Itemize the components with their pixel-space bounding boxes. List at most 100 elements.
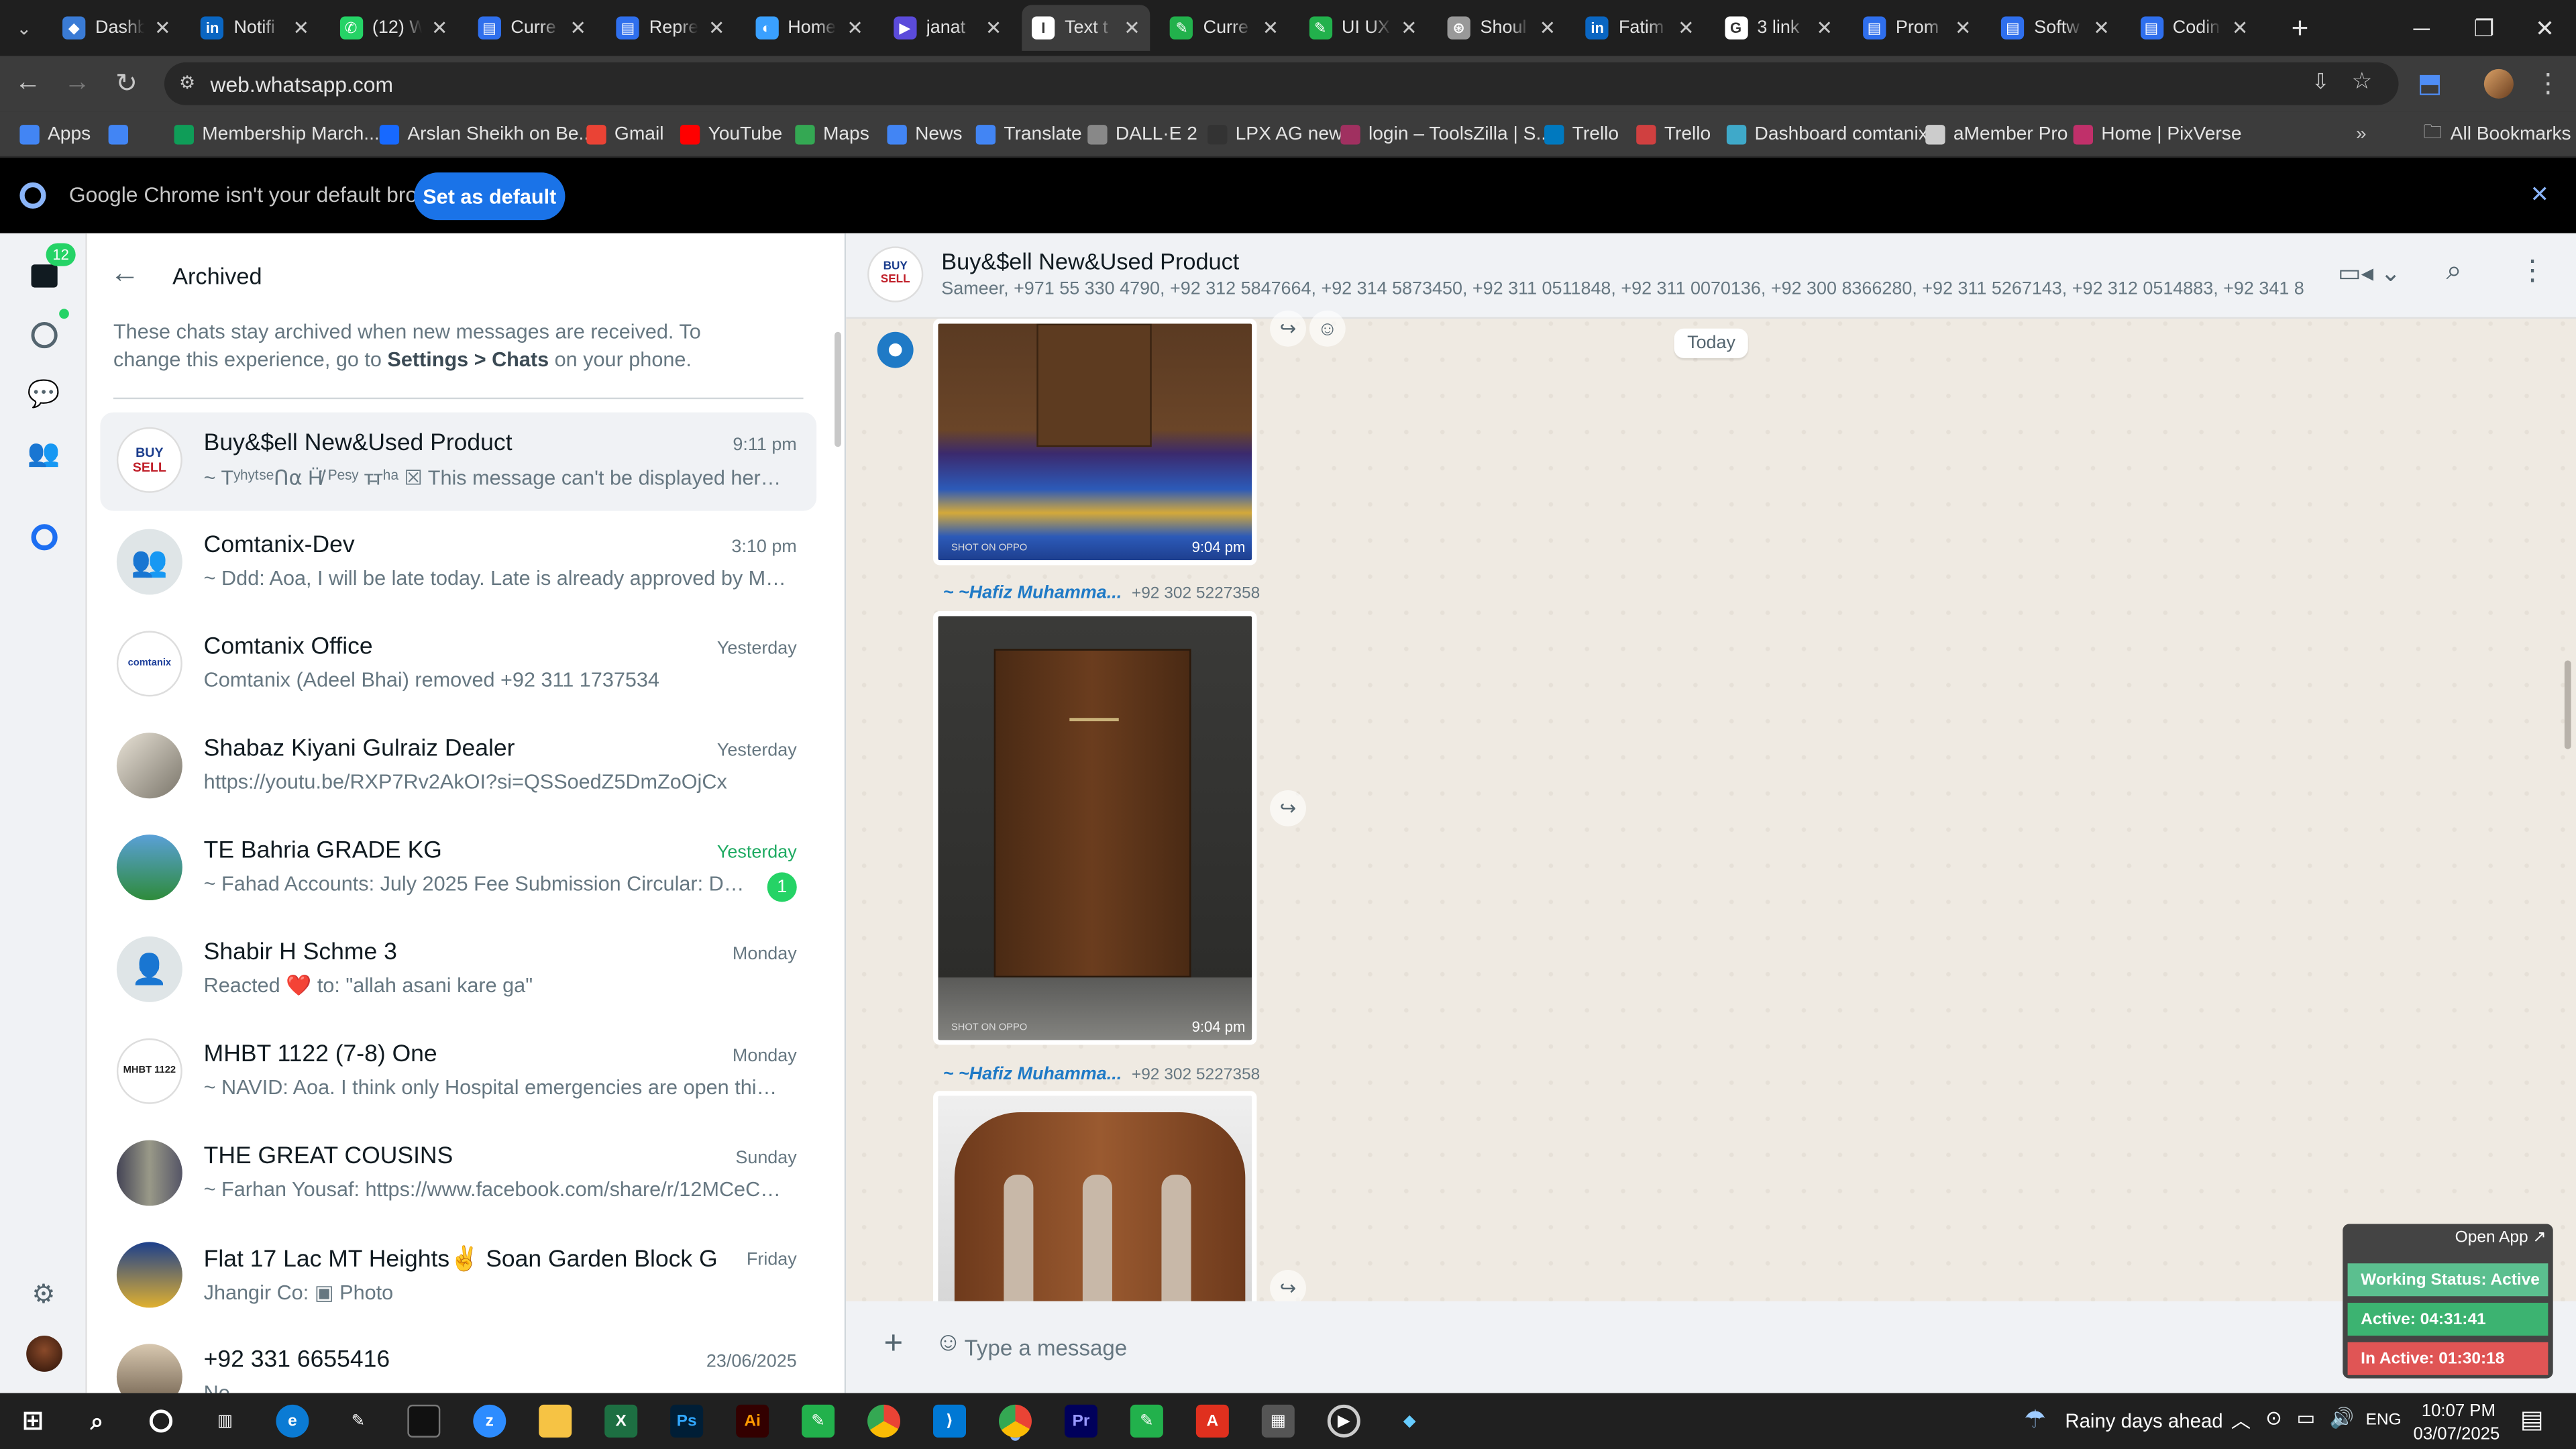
chat-scrollbar[interactable] xyxy=(2564,660,2571,749)
bookmark-item[interactable]: News xyxy=(887,120,963,150)
chrome-menu-icon[interactable]: ⋮ xyxy=(2527,62,2570,105)
message-sender[interactable]: ~ ~Hafiz Muhamma... +92 302 5227358 xyxy=(943,1065,1260,1084)
volume-icon[interactable]: 🔊 xyxy=(2330,1406,2355,1429)
browser-tab[interactable]: ⊛ Shoul ✕ xyxy=(1438,5,1566,51)
image-message[interactable]: SHOT ON OPPO 9:04 pm xyxy=(933,319,1257,566)
more-bookmarks-icon[interactable]: » xyxy=(2356,120,2367,150)
chats-icon[interactable]: 12 xyxy=(21,243,76,297)
chat-header[interactable]: BUY SELL Buy&$ell New&Used Product Sameer… xyxy=(846,233,2576,319)
bookmark-item[interactable]: Membership March... xyxy=(174,120,380,150)
illustrator-icon[interactable]: Ai xyxy=(736,1404,769,1438)
back-arrow-icon[interactable]: ← xyxy=(110,256,140,290)
pen-icon[interactable]: ✎ xyxy=(341,1405,374,1438)
close-infobar-icon[interactable]: ✕ xyxy=(2530,180,2549,209)
chat-list-item[interactable]: comtanix Comtanix Office Yesterday Comtanix… xyxy=(100,616,816,714)
close-tab-icon[interactable]: ✕ xyxy=(292,16,309,39)
browser-tab[interactable]: in Fatim ✕ xyxy=(1576,5,1704,51)
chat-list-item[interactable]: 👤 Shabir H Schme 3 Monday Reacted ❤️ to: "a… xyxy=(100,922,816,1020)
close-window-icon[interactable]: ✕ xyxy=(2514,0,2576,56)
minimize-icon[interactable]: ─ xyxy=(2390,0,2453,56)
bookmark-item[interactable]: Translate xyxy=(975,120,1082,150)
weather-text[interactable]: Rainy days ahead xyxy=(2065,1409,2222,1432)
browser-tab[interactable]: ▤ Softw ✕ xyxy=(1992,5,2120,51)
browser-tab[interactable]: ✎ UI UX ✕ xyxy=(1299,5,1427,51)
acrobat-icon[interactable]: A xyxy=(1195,1404,1229,1438)
close-tab-icon[interactable]: ✕ xyxy=(708,16,725,39)
close-tab-icon[interactable]: ✕ xyxy=(1955,16,1972,39)
browser-tab[interactable]: ▤ Curre ✕ xyxy=(468,5,596,51)
bookmark-item[interactable]: Gmail xyxy=(586,120,663,150)
browser-tab[interactable]: I Text t ✕ xyxy=(1022,5,1150,51)
bookmark-item[interactable]: DALL·E 2 xyxy=(1087,120,1197,150)
browser-tab[interactable]: ▤ Codin ✕ xyxy=(2130,5,2258,51)
bookmark-item[interactable]: YouTube xyxy=(680,120,782,150)
image-message[interactable] xyxy=(933,1091,1257,1311)
bookmark-item[interactable]: Trello xyxy=(1636,120,1711,150)
status-icon[interactable] xyxy=(21,309,69,356)
clock-time[interactable]: 10:07 PM xyxy=(2422,1401,2496,1421)
browser-tab[interactable]: ◐ Home ✕ xyxy=(745,5,873,51)
bookmark-item[interactable]: aMember Pro xyxy=(1925,120,2068,150)
message-sender[interactable]: ~ ~Hafiz Muhamma... +92 302 5227358 xyxy=(943,583,1260,602)
message-input[interactable]: Type a message xyxy=(965,1318,2345,1377)
close-tab-icon[interactable]: ✕ xyxy=(1678,16,1695,39)
close-tab-icon[interactable]: ✕ xyxy=(1816,16,1833,39)
app-icon[interactable]: ◆ xyxy=(1393,1405,1426,1438)
new-tab-button[interactable]: + xyxy=(2270,0,2329,56)
file-explorer-icon[interactable] xyxy=(539,1404,572,1438)
notifications-icon[interactable]: ▤ xyxy=(2520,1405,2544,1434)
channels-icon[interactable]: 💬 xyxy=(21,371,66,415)
bookmark-star-icon[interactable]: ☆ xyxy=(2352,67,2373,95)
chat-list-item[interactable]: THE GREAT COUSINS Sunday ~ Farhan Yousaf: … xyxy=(100,1126,816,1224)
zoom-icon[interactable]: z xyxy=(473,1404,506,1438)
install-app-icon[interactable]: ⇩ xyxy=(2312,69,2330,95)
browser-tab[interactable]: ◆ Dashb ✕ xyxy=(52,5,180,51)
menu-icon[interactable]: ⋮ xyxy=(2518,255,2546,288)
chat-list-item[interactable]: 👥 Comtanix-Dev 3:10 pm ~ Ddd: Aoa, I will b… xyxy=(100,515,816,613)
chat-list-item[interactable]: BUY SELL Buy&$ell New&Used Product 9:11 pm ~… xyxy=(100,412,817,511)
browser-tab[interactable]: ✆ (12) W ✕ xyxy=(329,5,458,51)
cortana-icon[interactable] xyxy=(145,1405,178,1438)
bookmark-item[interactable]: Trello xyxy=(1544,120,1619,150)
edge-icon[interactable]: e xyxy=(276,1404,309,1438)
forward-icon[interactable]: ↪ xyxy=(1270,790,1306,826)
all-bookmarks-folder[interactable]: 🗀 All Bookmarks xyxy=(2423,120,2571,150)
browser-tab[interactable]: ▶ janat ✕ xyxy=(883,5,1012,51)
chat-list-item[interactable]: TE Bahria GRADE KG Yesterday ~ Fahad Accou… xyxy=(100,820,816,918)
calculator-icon[interactable]: ▦ xyxy=(1261,1404,1295,1438)
clock-date[interactable]: 03/07/2025 xyxy=(2414,1424,2500,1444)
search-icon[interactable]: ⌕ xyxy=(2447,255,2462,288)
close-tab-icon[interactable]: ✕ xyxy=(1124,16,1140,39)
forward-icon[interactable]: ↪ xyxy=(1270,310,1306,347)
open-app-link[interactable]: Open App ↗ xyxy=(2455,1229,2546,1247)
tray-app-icon[interactable]: ⊙ xyxy=(2265,1406,2282,1429)
photoshop-icon[interactable]: Ps xyxy=(670,1404,704,1438)
browser-tab[interactable]: ✎ Curre ✕ xyxy=(1161,5,1289,51)
set-as-default-button[interactable]: Set as default xyxy=(414,172,566,221)
close-tab-icon[interactable]: ✕ xyxy=(154,16,171,39)
forward-icon[interactable]: → xyxy=(56,62,99,105)
bookmark-item[interactable]: Dashboard comtanix xyxy=(1726,120,1928,150)
bookmark-item[interactable] xyxy=(108,120,137,150)
close-tab-icon[interactable]: ✕ xyxy=(1263,16,1279,39)
tray-chevron-icon[interactable]: ︿ xyxy=(2231,1406,2251,1434)
bookmark-item[interactable]: Apps xyxy=(19,120,91,150)
browser-tab[interactable]: in Notifi ✕ xyxy=(191,5,319,51)
profile-avatar[interactable] xyxy=(2477,62,2520,105)
site-info-icon[interactable]: ⚙ xyxy=(179,72,195,93)
sender-avatar[interactable] xyxy=(877,331,914,368)
media-player-icon[interactable]: ▶ xyxy=(1327,1404,1360,1438)
profile-avatar[interactable] xyxy=(21,1331,66,1375)
browser-tab[interactable]: ▤ Repre ✕ xyxy=(606,5,735,51)
group-avatar[interactable]: BUY SELL xyxy=(867,246,924,303)
weather-icon[interactable]: ☂ xyxy=(2024,1405,2046,1434)
browser-tab[interactable]: ▤ Prom ✕ xyxy=(1853,5,1981,51)
chat-list-item[interactable]: MHBT 1122 MHBT 1122 (7-8) One Monday ~ NAVI… xyxy=(100,1024,816,1122)
terminal-icon[interactable] xyxy=(407,1404,441,1438)
close-tab-icon[interactable]: ✕ xyxy=(985,16,1002,39)
language-indicator[interactable]: ENG xyxy=(2366,1411,2402,1430)
sticker-icon[interactable]: ☺ xyxy=(934,1329,961,1358)
communities-icon[interactable]: 👥 xyxy=(21,431,66,475)
close-tab-icon[interactable]: ✕ xyxy=(847,16,863,39)
close-tab-icon[interactable]: ✕ xyxy=(2232,16,2249,39)
